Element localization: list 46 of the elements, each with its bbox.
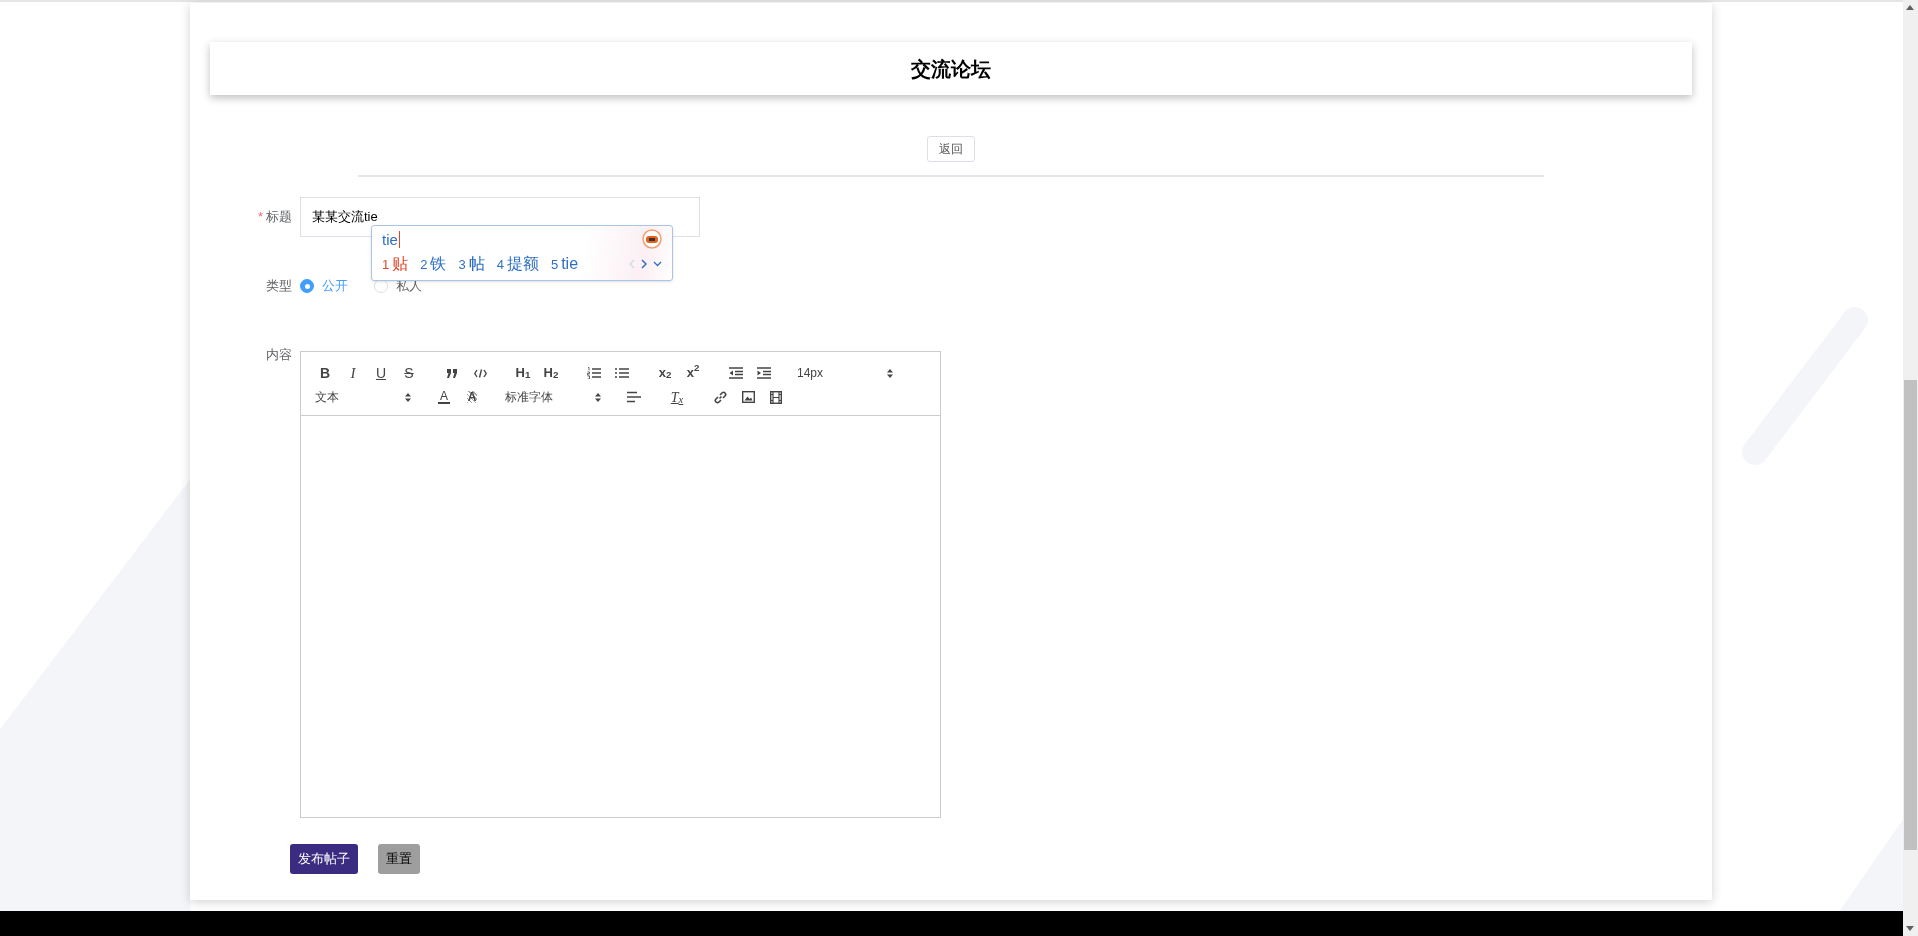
ordered-list-icon[interactable] (587, 367, 601, 379)
expand-icon[interactable] (653, 261, 662, 267)
required-mark: * (257, 208, 263, 227)
toolbar-select[interactable]: 标准字体 (501, 387, 605, 407)
field-label: 标题 (266, 208, 292, 227)
ime-candidate[interactable]: 3 帖 (458, 252, 485, 276)
format-italic-button[interactable]: I (339, 363, 367, 383)
image-icon[interactable] (741, 391, 755, 403)
next-page-icon[interactable] (641, 259, 647, 269)
ime-candidate[interactable]: 1 贴 (382, 252, 409, 276)
sort-arrows-icon (595, 392, 601, 402)
toolbar-select[interactable]: 文本 (311, 387, 415, 407)
bullet-list-icon[interactable] (615, 367, 629, 379)
ime-candidate[interactable]: 4 提额 (496, 252, 539, 276)
format-script-button[interactable]: x$_{2}$ (651, 363, 679, 383)
back-button[interactable]: 返回 (927, 136, 975, 162)
ime-candidate[interactable]: 5 tie (550, 252, 579, 276)
sort-arrows-icon (405, 392, 411, 402)
background-color-button[interactable]: A (458, 387, 486, 407)
page-title: 交流论坛 (911, 56, 991, 82)
field-label: 类型 (266, 277, 292, 296)
quote-icon[interactable] (446, 368, 458, 378)
field-label: 内容 (266, 346, 292, 364)
link-icon[interactable] (713, 390, 727, 404)
toolbar-select[interactable]: 14px (793, 363, 897, 383)
align-left-icon[interactable] (627, 391, 641, 403)
scrollbar[interactable] (1903, 0, 1918, 936)
format-strike-button[interactable]: S (395, 363, 423, 383)
publish-button[interactable]: 发布帖子 (290, 844, 358, 874)
format-script-button[interactable]: x$^{2}$ (679, 363, 707, 383)
format-bold-button[interactable]: B (311, 363, 339, 383)
film-icon[interactable] (770, 390, 782, 404)
format-underline-button[interactable]: U (367, 363, 395, 383)
format-heading-button[interactable]: H$_{2}$ (537, 363, 565, 383)
outdent-icon[interactable] (729, 367, 743, 379)
indent-icon[interactable] (757, 367, 771, 379)
ime-candidate[interactable]: 2 铁 (420, 252, 447, 276)
clear-format-button[interactable]: T$_{x}$ (663, 387, 691, 407)
ime-composition: tie (382, 230, 400, 248)
sort-arrows-icon (887, 368, 893, 378)
text-color-button[interactable]: A (430, 387, 458, 407)
mascot-icon[interactable] (642, 229, 662, 249)
reset-button[interactable]: 重置 (378, 844, 420, 874)
format-heading-button[interactable]: H$_{1}$ (509, 363, 537, 383)
radio-button[interactable] (300, 279, 314, 293)
code-icon[interactable] (473, 368, 487, 378)
